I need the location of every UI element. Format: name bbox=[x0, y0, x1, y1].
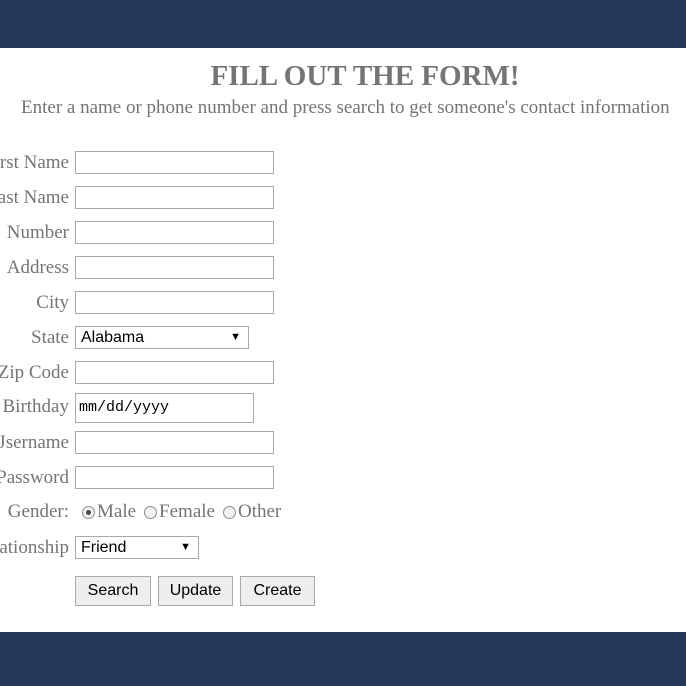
last-name-row: ast Name bbox=[0, 186, 686, 210]
first-name-row: rst Name bbox=[0, 151, 686, 175]
gender-radio-group: Male Female Other bbox=[82, 500, 289, 524]
search-button[interactable]: Search bbox=[75, 576, 151, 606]
radio-unchecked-icon[interactable] bbox=[144, 505, 158, 519]
last-name-input[interactable] bbox=[75, 186, 274, 209]
phone-number-label: Number bbox=[6, 222, 69, 243]
relationship-label: ationship bbox=[0, 537, 69, 558]
update-button[interactable]: Update bbox=[158, 576, 233, 606]
last-name-label: ast Name bbox=[0, 187, 69, 208]
gender-female-label: Female bbox=[159, 501, 215, 522]
birthday-label: Birthday bbox=[2, 396, 70, 417]
username-label: Jsername bbox=[0, 432, 69, 453]
relationship-select-value: Friend bbox=[81, 539, 127, 556]
create-button[interactable]: Create bbox=[240, 576, 315, 606]
first-name-label: rst Name bbox=[0, 152, 69, 173]
city-input[interactable] bbox=[75, 291, 274, 314]
birthday-placeholder: mm/dd/yyyy bbox=[79, 399, 170, 416]
address-row: Address bbox=[0, 256, 686, 280]
page-subtitle: Enter a name or phone number and press s… bbox=[21, 97, 670, 118]
phone-number-input[interactable] bbox=[75, 221, 274, 244]
state-select-value: Alabama bbox=[81, 329, 145, 346]
relationship-row: ationship Friend ▼ bbox=[0, 536, 686, 560]
username-input[interactable] bbox=[75, 431, 274, 454]
state-row: State Alabama ▼ bbox=[0, 326, 686, 350]
address-input[interactable] bbox=[75, 256, 274, 279]
birthday-row: Birthday mm/dd/yyyy bbox=[0, 393, 686, 423]
zip-code-row: Zip Code bbox=[0, 361, 686, 385]
state-label: State bbox=[31, 327, 69, 348]
gender-male-label: Male bbox=[97, 501, 137, 522]
zip-code-label: Zip Code bbox=[0, 362, 69, 383]
city-row: City bbox=[0, 291, 686, 315]
dropdown-arrow-icon: ▼ bbox=[230, 331, 241, 343]
phone-number-row: Number bbox=[0, 221, 686, 245]
zip-code-input[interactable] bbox=[75, 361, 274, 384]
gender-male-radio[interactable]: Male bbox=[82, 501, 136, 523]
gender-row: Gender: Male Female Other bbox=[0, 500, 686, 524]
relationship-select[interactable]: Friend ▼ bbox=[75, 536, 199, 559]
first-name-input[interactable] bbox=[75, 151, 274, 174]
top-banner bbox=[0, 0, 686, 48]
dropdown-arrow-icon: ▼ bbox=[180, 541, 191, 553]
radio-unchecked-icon[interactable] bbox=[222, 505, 236, 519]
username-row: Jsername bbox=[0, 431, 686, 455]
gender-label: Gender: bbox=[7, 501, 69, 522]
birthday-date-input[interactable]: mm/dd/yyyy bbox=[75, 393, 254, 423]
gender-other-radio[interactable]: Other bbox=[222, 501, 282, 523]
password-row: Password bbox=[0, 466, 686, 490]
gender-female-radio[interactable]: Female bbox=[144, 501, 215, 523]
bottom-banner bbox=[0, 632, 686, 686]
gender-other-label: Other bbox=[237, 501, 282, 522]
radio-checked-icon[interactable] bbox=[82, 505, 95, 519]
password-label: Password bbox=[0, 467, 69, 488]
password-input[interactable] bbox=[75, 466, 274, 489]
address-label: Address bbox=[6, 257, 69, 278]
city-label: City bbox=[36, 292, 69, 313]
state-select[interactable]: Alabama ▼ bbox=[75, 326, 249, 349]
page-title: FILL OUT THE FORM! bbox=[210, 60, 520, 92]
